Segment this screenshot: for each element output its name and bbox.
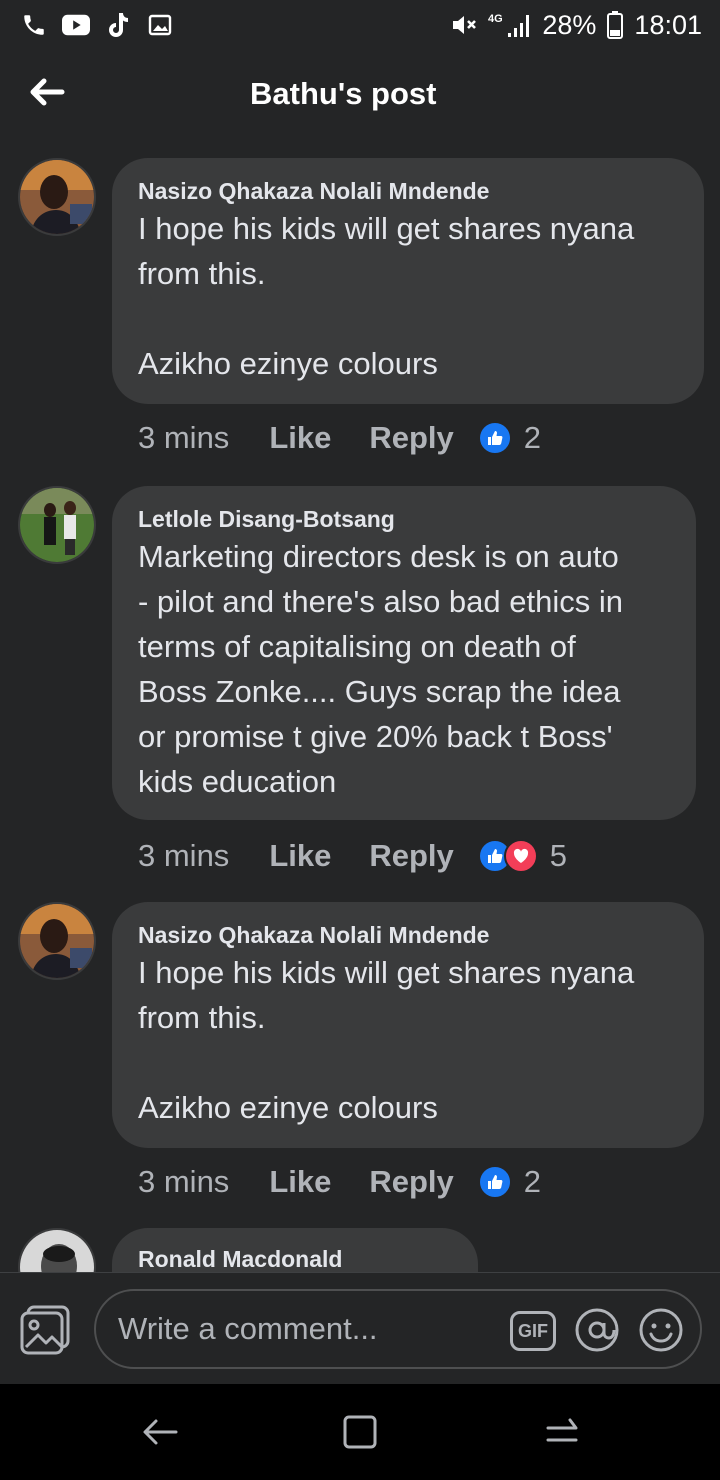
nav-recents-button[interactable] bbox=[542, 1412, 582, 1452]
heart-icon bbox=[503, 839, 538, 873]
comment-author[interactable]: Nasizo Qhakaza Nolali Mndende bbox=[138, 176, 678, 206]
reaction-summary[interactable]: 5 bbox=[477, 838, 568, 874]
header: Bathu's post bbox=[0, 50, 720, 146]
square-icon bbox=[343, 1415, 377, 1449]
back-button[interactable] bbox=[26, 72, 70, 112]
avatar[interactable] bbox=[18, 158, 96, 236]
emoji-icon bbox=[639, 1308, 683, 1352]
gif-button[interactable]: GIF bbox=[510, 1311, 556, 1351]
recents-icon bbox=[546, 1418, 578, 1442]
comment-author[interactable]: Nasizo Qhakaza Nolali Mndende bbox=[138, 920, 678, 950]
status-left bbox=[20, 11, 174, 39]
comment: Nasizo Qhakaza Nolali Mndende I hope his… bbox=[0, 146, 720, 476]
reaction-count: 5 bbox=[549, 838, 568, 873]
page-title: Bathu's post bbox=[250, 76, 437, 111]
emoji-button[interactable] bbox=[638, 1307, 684, 1353]
comment-composer: GIF bbox=[0, 1272, 720, 1384]
comment-bubble[interactable]: Ronald Macdonald bbox=[112, 1228, 478, 1272]
comment-bubble[interactable]: Letlole Disang-Botsang Marketing directo… bbox=[112, 486, 696, 820]
reply-button[interactable]: Reply bbox=[369, 1164, 453, 1200]
reaction-count: 2 bbox=[523, 420, 542, 455]
comment-bubble[interactable]: Nasizo Qhakaza Nolali Mndende I hope his… bbox=[112, 158, 704, 404]
network-type: 4G bbox=[488, 13, 503, 25]
comment-text: Marketing directors desk is on auto - pi… bbox=[138, 539, 623, 799]
clock: 18:01 bbox=[634, 9, 702, 40]
arrow-left-icon bbox=[30, 78, 65, 106]
comment-author[interactable]: Letlole Disang-Botsang bbox=[138, 504, 670, 534]
like-button[interactable]: Like bbox=[269, 838, 331, 874]
comment-time[interactable]: 3 mins bbox=[138, 420, 229, 456]
thumbs-up-icon bbox=[477, 1165, 512, 1199]
comment: Nasizo Qhakaza Nolali Mndende I hope his… bbox=[0, 902, 720, 1232]
comment-bubble[interactable]: Nasizo Qhakaza Nolali Mndende I hope his… bbox=[112, 902, 704, 1148]
thumbs-up-icon bbox=[477, 421, 512, 455]
signal-icon: 4G bbox=[488, 11, 532, 39]
comment-text: I hope his kids will get shares nyana fr… bbox=[138, 955, 635, 1125]
comment-actions: 3 mins Like Reply 2 bbox=[138, 418, 541, 458]
mention-button[interactable] bbox=[574, 1307, 620, 1353]
comment-list[interactable]: Nasizo Qhakaza Nolali Mndende I hope his… bbox=[0, 146, 720, 1272]
at-sign-icon bbox=[575, 1308, 619, 1352]
tiktok-icon bbox=[104, 11, 132, 39]
reply-button[interactable]: Reply bbox=[369, 420, 453, 456]
comment-actions: 3 mins Like Reply 5 bbox=[138, 836, 567, 876]
system-nav-bar bbox=[0, 1384, 720, 1480]
phone-icon bbox=[20, 11, 48, 39]
gallery-icon bbox=[146, 11, 174, 39]
avatar[interactable] bbox=[18, 486, 96, 564]
comment-time[interactable]: 3 mins bbox=[138, 838, 229, 874]
status-bar: 4G 28% 18:01 bbox=[0, 0, 720, 50]
reaction-summary[interactable]: 2 bbox=[477, 1164, 542, 1200]
reaction-count: 2 bbox=[523, 1164, 542, 1199]
status-right: 4G 28% 18:01 bbox=[450, 10, 702, 41]
photo-icon bbox=[20, 1305, 70, 1355]
like-button[interactable]: Like bbox=[269, 420, 331, 456]
comment-time[interactable]: 3 mins bbox=[138, 1164, 229, 1200]
battery-percent: 28% bbox=[542, 9, 597, 40]
avatar[interactable] bbox=[18, 1228, 96, 1272]
mute-icon bbox=[450, 11, 478, 39]
comment-actions: 3 mins Like Reply 2 bbox=[138, 1162, 541, 1202]
comment-input-box[interactable]: GIF bbox=[94, 1289, 702, 1369]
nav-back-button[interactable] bbox=[140, 1412, 180, 1452]
comment-text: I hope his kids will get shares nyana fr… bbox=[138, 211, 635, 381]
like-button[interactable]: Like bbox=[269, 1164, 331, 1200]
comment: Ronald Macdonald bbox=[0, 1228, 720, 1272]
back-icon bbox=[143, 1419, 178, 1445]
comment-input[interactable] bbox=[118, 1309, 498, 1349]
comment-author[interactable]: Ronald Macdonald bbox=[138, 1244, 452, 1272]
comment: Letlole Disang-Botsang Marketing directo… bbox=[0, 484, 720, 894]
youtube-icon bbox=[62, 11, 90, 39]
battery-icon bbox=[606, 11, 624, 39]
reply-button[interactable]: Reply bbox=[369, 838, 453, 874]
reaction-summary[interactable]: 2 bbox=[477, 420, 542, 456]
nav-home-button[interactable] bbox=[340, 1412, 380, 1452]
avatar[interactable] bbox=[18, 902, 96, 980]
photo-button[interactable] bbox=[20, 1303, 74, 1357]
